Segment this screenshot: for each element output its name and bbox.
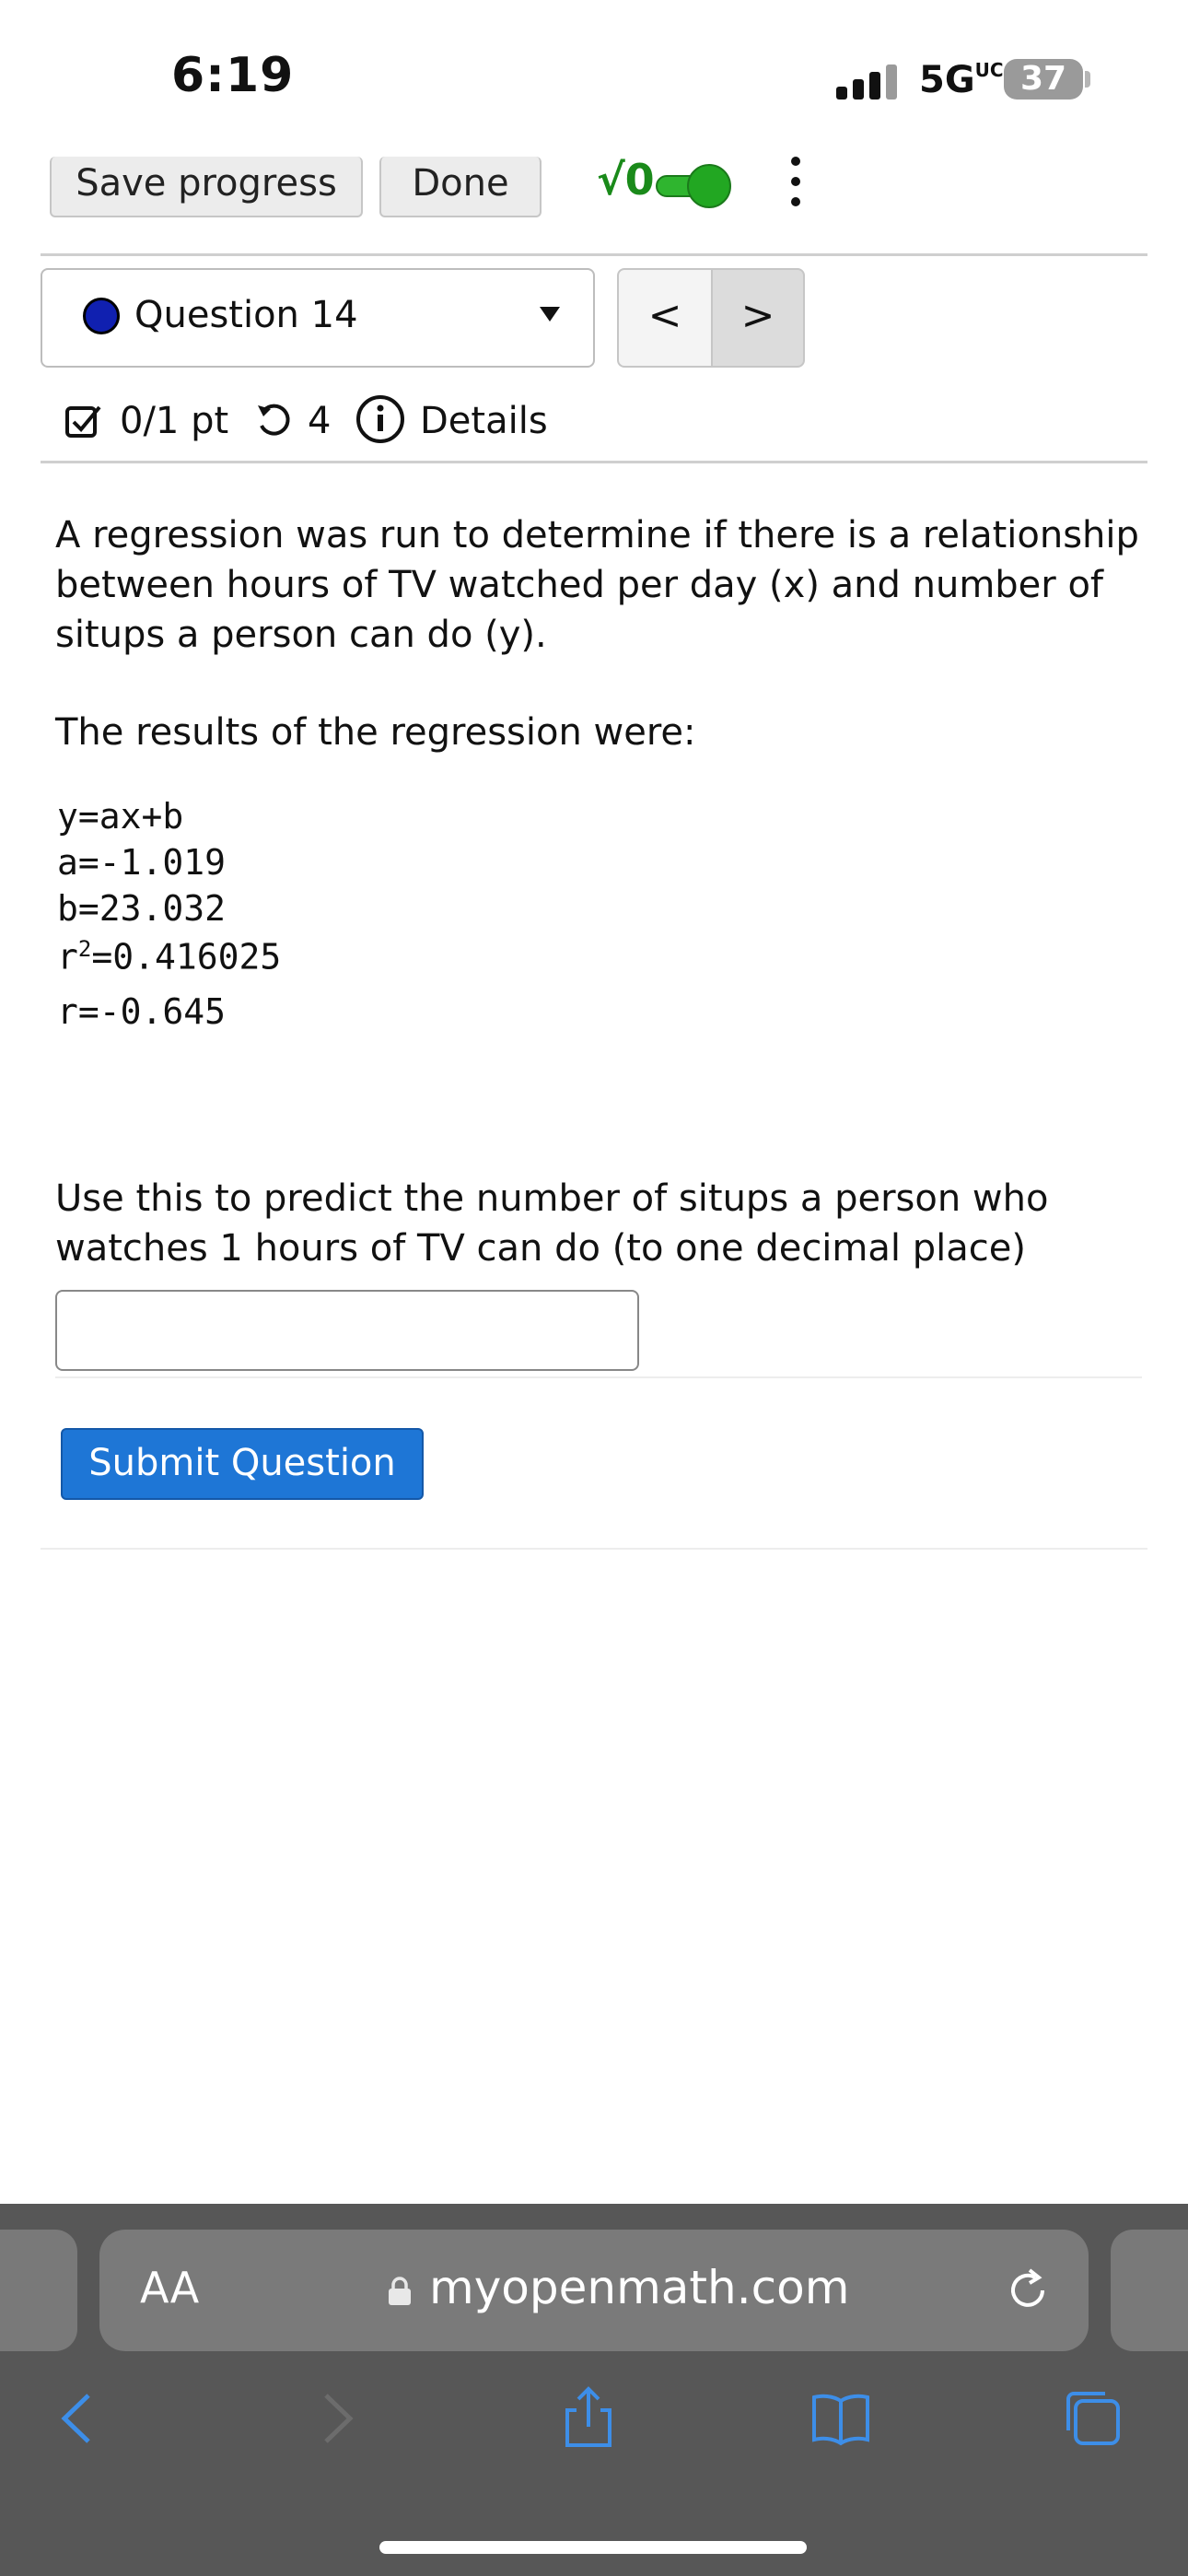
r-squared: r2=0.416025 <box>57 936 282 978</box>
question-intro: A regression was run to determine if the… <box>55 514 1139 656</box>
lock-icon <box>389 2277 411 2305</box>
url-text: myopenmath.com <box>429 2261 850 2314</box>
math-entry-icon: √0 <box>597 155 655 205</box>
previous-question-button[interactable]: < <box>617 268 711 368</box>
math-entry-toggle[interactable] <box>656 164 733 208</box>
correlation-r: r=-0.645 <box>57 991 227 1032</box>
cellular-signal-icon <box>836 63 899 100</box>
tabs-icon[interactable] <box>1061 2386 1125 2451</box>
question-prompt: Use this to predict the number of situps… <box>55 1177 1049 1270</box>
question-select-label: Question 14 <box>134 294 358 336</box>
address-bar[interactable]: AA myopenmath.com <box>99 2230 1089 2351</box>
question-select[interactable]: Question 14 <box>41 268 595 368</box>
submit-question-button[interactable]: Submit Question <box>61 1428 424 1500</box>
divider <box>41 1548 1147 1550</box>
results-label: The results of the regression were: <box>55 711 696 754</box>
battery-icon: 37 <box>1004 59 1083 100</box>
answer-input[interactable] <box>55 1290 639 1371</box>
home-indicator <box>379 2541 807 2554</box>
attempts-count: 4 <box>308 400 332 442</box>
back-icon[interactable] <box>46 2386 111 2451</box>
more-options-icon[interactable] <box>788 155 803 210</box>
save-progress-button[interactable]: Save progress <box>50 157 363 217</box>
network-type: 5GUC <box>919 59 1004 101</box>
divider <box>41 461 1147 463</box>
forward-icon[interactable] <box>304 2386 368 2451</box>
divider <box>55 1376 1142 1378</box>
divider <box>41 253 1147 256</box>
info-icon[interactable] <box>355 394 405 444</box>
next-tab-preview[interactable] <box>1111 2230 1188 2351</box>
regression-equation: y=ax+b <box>57 796 184 837</box>
question-status-dot <box>83 298 120 334</box>
next-question-button[interactable]: > <box>711 268 805 368</box>
coefficient-a: a=-1.019 <box>57 842 227 883</box>
reload-icon[interactable] <box>1002 2265 1054 2316</box>
share-icon[interactable] <box>556 2386 621 2451</box>
score-text: 0/1 pt <box>120 400 229 442</box>
coefficient-b: b=23.032 <box>57 888 227 929</box>
checkbox-icon <box>65 405 101 438</box>
retry-icon <box>258 404 290 436</box>
done-button[interactable]: Done <box>379 157 542 217</box>
previous-tab-preview[interactable] <box>0 2230 77 2351</box>
details-link[interactable]: Details <box>420 400 548 442</box>
text-size-button[interactable]: AA <box>140 2263 199 2313</box>
status-time: 6:19 <box>171 48 295 103</box>
battery-tip <box>1085 71 1090 88</box>
dropdown-caret-icon <box>540 307 560 322</box>
bookmarks-icon[interactable] <box>809 2386 873 2451</box>
